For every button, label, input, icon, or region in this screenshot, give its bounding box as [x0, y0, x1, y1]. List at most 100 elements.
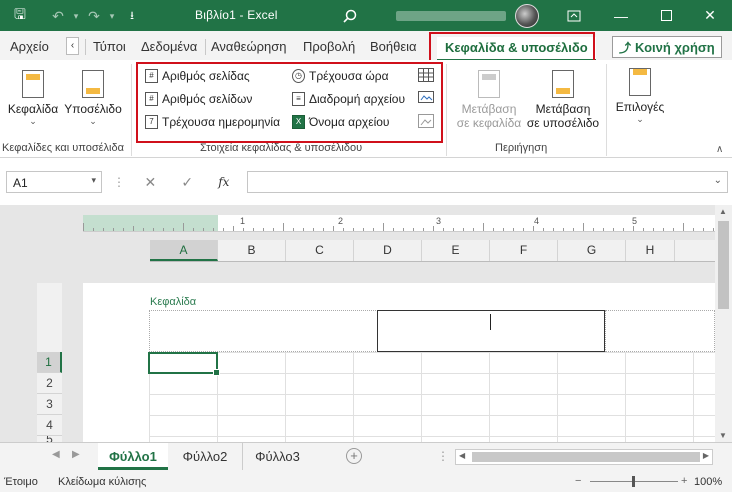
horizontal-scrollbar[interactable]: ◀ ▶	[455, 449, 713, 465]
status-scroll-lock: Κλείδωμα κύλισης	[58, 476, 147, 488]
column-header-h[interactable]: H	[626, 240, 675, 261]
row-header-1[interactable]: 1	[37, 352, 62, 373]
zoom-slider-thumb[interactable]	[632, 476, 635, 487]
formula-tools: ✕ ✓ fx	[132, 171, 242, 193]
ruler-tick	[283, 223, 284, 231]
column-header-e[interactable]: E	[422, 240, 490, 261]
scroll-up-icon[interactable]: ▲	[719, 207, 727, 216]
ruler-tick	[413, 228, 414, 231]
tab-formulas[interactable]: Τύποι	[93, 39, 126, 54]
customize-qat-icon[interactable]: ⭳	[122, 6, 142, 26]
ruler-tick	[573, 228, 574, 231]
vertical-scroll-thumb[interactable]	[718, 221, 729, 309]
column-header-f[interactable]: F	[490, 240, 558, 261]
column-header-b[interactable]: B	[218, 240, 286, 261]
minimize-icon[interactable]: —	[599, 0, 643, 31]
goto-footer-button[interactable]: Μετάβαση σε υποσέλιδο	[524, 70, 602, 130]
search-icon[interactable]	[340, 6, 360, 26]
zoom-in-icon[interactable]: +	[681, 475, 687, 487]
options-icon	[629, 68, 651, 96]
sheet-tab-2[interactable]: Φύλλο2	[170, 443, 240, 470]
ruler-tick	[333, 226, 334, 231]
zoom-out-icon[interactable]: −	[575, 475, 581, 487]
ruler-tick	[453, 228, 454, 231]
horizontal-scroll-thumb[interactable]	[472, 452, 700, 462]
name-box[interactable]: A1 ▾	[6, 171, 102, 193]
cancel-icon[interactable]: ✕	[145, 174, 157, 191]
ruler-tick	[123, 228, 124, 231]
vertical-scrollbar[interactable]: ▲ ▼	[715, 205, 732, 442]
formula-input[interactable]: ⌄	[247, 171, 728, 193]
expand-formula-icon[interactable]: ⌄	[714, 175, 722, 186]
row-header-3[interactable]: 3	[37, 394, 62, 415]
ruler-tick	[513, 228, 514, 231]
ribbon-display-icon[interactable]	[564, 6, 584, 26]
avatar[interactable]	[515, 4, 539, 28]
status-bar: Έτοιμο Κλείδωμα κύλισης − + 100%	[0, 472, 732, 492]
confirm-icon[interactable]: ✓	[181, 174, 193, 191]
chevron-down-icon[interactable]: ▾	[91, 175, 96, 186]
tab-scroll-left-icon[interactable]: ‹	[66, 37, 79, 55]
ruler-tick	[343, 228, 344, 231]
column-header-g[interactable]: G	[558, 240, 626, 261]
active-cell[interactable]	[148, 352, 220, 376]
header-button[interactable]: Κεφαλίδα ⌄	[4, 70, 62, 127]
close-icon[interactable]: ✕	[688, 0, 732, 31]
options-button[interactable]: Επιλογές ⌄	[610, 68, 670, 125]
ruler-tick	[193, 228, 194, 231]
zoom-level[interactable]: 100%	[694, 476, 722, 488]
ruler-tick	[363, 228, 364, 231]
tab-review[interactable]: Αναθεώρηση	[211, 39, 287, 54]
ruler-number: 2	[338, 216, 344, 226]
prev-sheet-icon[interactable]: ◀	[52, 449, 60, 460]
group-caption-nav: Περιήγηση	[495, 142, 548, 154]
ruler-number: 1	[240, 216, 246, 226]
ruler-tick	[673, 228, 674, 231]
insert-function-icon[interactable]: fx	[218, 175, 229, 189]
tab-file[interactable]: Αρχείο	[10, 39, 49, 54]
scroll-left-icon[interactable]: ◀	[459, 451, 465, 460]
redo-icon[interactable]: ↷	[84, 6, 104, 26]
ruler-tick	[263, 228, 264, 231]
column-header-c[interactable]: C	[286, 240, 354, 261]
sheet-tab-1[interactable]: Φύλλο1	[98, 443, 168, 470]
header-center-section[interactable]	[377, 310, 605, 352]
ruler-tick	[603, 228, 604, 231]
add-sheet-icon[interactable]: +	[346, 448, 362, 464]
tab-data[interactable]: Δεδομένα	[141, 39, 197, 54]
save-icon[interactable]: 🖫	[10, 6, 30, 26]
sheet-tab-3[interactable]: Φύλλο3	[242, 443, 312, 470]
highlight-tab-box	[429, 32, 595, 63]
undo-icon[interactable]: ↶	[48, 6, 68, 26]
scroll-right-icon[interactable]: ▶	[703, 451, 709, 460]
goto-header-button: Μετάβαση σε κεφαλίδα	[450, 70, 528, 130]
ruler-tick	[473, 228, 474, 231]
redo-dropdown-icon[interactable]: ▾	[102, 6, 122, 26]
ruler-tick	[133, 226, 134, 231]
share-icon: ⤴	[619, 40, 632, 55]
text-cursor	[490, 314, 491, 330]
goto-header-icon	[478, 70, 500, 98]
row-header-2[interactable]: 2	[37, 373, 62, 394]
footer-button[interactable]: Υποσέλιδο ⌄	[62, 70, 124, 127]
header-right-section[interactable]	[605, 310, 715, 352]
scroll-down-icon[interactable]: ▼	[719, 431, 727, 440]
header-left-section[interactable]	[149, 310, 378, 352]
column-header-d[interactable]: D	[354, 240, 422, 261]
share-button[interactable]: ⤴ Κοινή χρήση	[612, 36, 722, 58]
next-sheet-icon[interactable]: ▶	[72, 449, 80, 460]
status-ready: Έτοιμο	[4, 476, 38, 488]
tab-view[interactable]: Προβολή	[303, 39, 355, 54]
maximize-icon[interactable]	[644, 0, 688, 31]
ruler-tick	[443, 228, 444, 231]
ruler-tick	[423, 228, 424, 231]
ruler-tick	[493, 228, 494, 231]
row-header-4[interactable]: 4	[37, 415, 62, 436]
cell-grid[interactable]	[149, 352, 715, 442]
undo-dropdown-icon[interactable]: ▾	[66, 6, 86, 26]
column-header-a[interactable]: A	[150, 240, 218, 261]
ruler-tick	[483, 223, 484, 231]
tab-help[interactable]: Βοήθεια	[370, 39, 417, 54]
ruler-tick	[93, 228, 94, 231]
collapse-ribbon-icon[interactable]: ∧	[716, 144, 723, 155]
